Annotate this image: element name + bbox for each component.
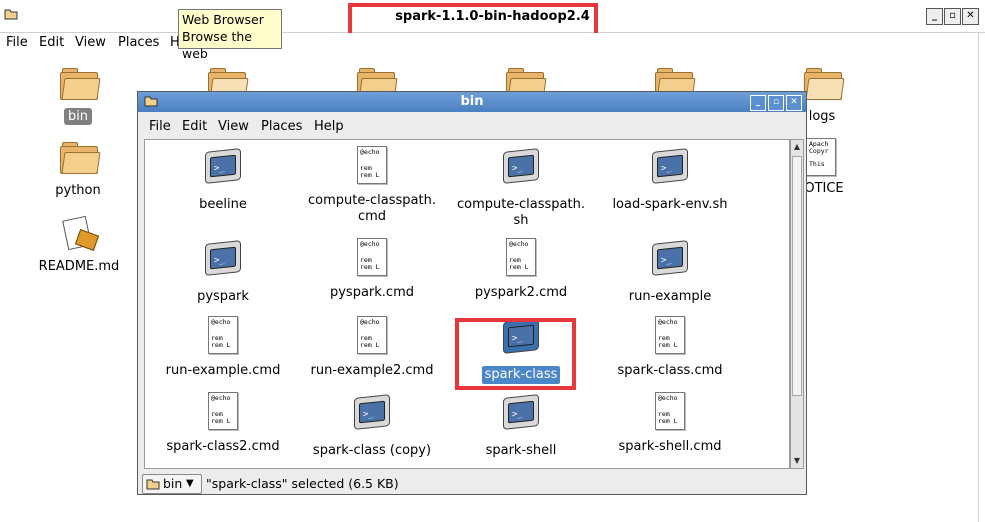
- file-name: spark-shell: [485, 443, 557, 458]
- menu-view[interactable]: View: [218, 119, 249, 134]
- text-file-icon: @echo rem rem L: [352, 316, 392, 358]
- location-dropdown[interactable]: bin ▼: [142, 474, 202, 494]
- minimize-button[interactable]: _: [926, 8, 943, 25]
- menu-file[interactable]: File: [149, 119, 171, 134]
- file-item[interactable]: @echo rem rem L spark-shell.cmd: [600, 392, 740, 456]
- text-file-icon: @echo rem rem L: [650, 316, 690, 358]
- file-item[interactable]: @echo rem rem L pyspark.cmd: [302, 238, 442, 302]
- shell-script-icon: >_: [203, 148, 243, 192]
- text-file-icon: @echo rem rem L: [650, 392, 690, 434]
- scroll-up-icon[interactable]: ▲: [791, 140, 803, 154]
- item-label: README.md: [38, 259, 120, 274]
- file-name: run-example.cmd: [165, 363, 281, 378]
- folder-icon: [146, 477, 160, 495]
- file-item[interactable]: @echo rem rem L spark-class2.cmd: [153, 392, 293, 456]
- menu-view[interactable]: View: [75, 35, 106, 50]
- tooltip: Web Browser Browse the web: [178, 9, 282, 61]
- menu-places[interactable]: Places: [261, 119, 302, 134]
- file-item[interactable]: @echo rem rem L compute-classpath. cmd: [302, 146, 442, 226]
- desktop-item-python[interactable]: python: [48, 136, 108, 199]
- file-item[interactable]: @echo rem rem L run-example2.cmd: [302, 316, 442, 380]
- scroll-thumb[interactable]: [792, 156, 802, 396]
- file-item[interactable]: @echo rem rem L run-example.cmd: [153, 316, 293, 380]
- file-item[interactable]: >_ spark-shell: [451, 392, 591, 460]
- file-name: pyspark.cmd: [329, 285, 414, 300]
- selection-highlight-box: [455, 318, 576, 390]
- status-text: "spark-class" selected (6.5 KB): [206, 476, 399, 491]
- bin-menubar: File Edit View Places Help: [138, 113, 806, 137]
- file-name: spark-class.cmd: [617, 363, 723, 378]
- item-label: OTICE: [804, 181, 844, 196]
- file-view[interactable]: >_ beeline @echo rem rem Lcompute-classpath.…: [144, 139, 790, 469]
- scroll-down-icon[interactable]: ▼: [791, 454, 803, 468]
- bin-window-title: bin: [460, 94, 484, 109]
- folder-icon: [804, 68, 845, 100]
- vertical-scrollbar[interactable]: ▲ ▼: [790, 139, 804, 469]
- text-file-icon: @echo rem rem L: [203, 392, 243, 434]
- bin-titlebar: bin _ ▫ ✕: [138, 92, 806, 112]
- location-label: bin: [163, 476, 183, 491]
- shell-script-icon: >_: [650, 240, 690, 284]
- close-button[interactable]: ✕: [962, 8, 979, 25]
- file-name: spark-shell.cmd: [618, 439, 722, 454]
- file-item[interactable]: >_ compute-classpath. sh: [451, 146, 591, 230]
- shell-script-icon: >_: [501, 394, 541, 438]
- file-name: compute-classpath. cmd: [307, 193, 436, 224]
- file-name: pyspark2.cmd: [474, 285, 568, 300]
- maximize-button[interactable]: ▫: [768, 95, 784, 111]
- file-item[interactable]: @echo rem rem L pyspark2.cmd: [451, 238, 591, 302]
- file-item[interactable]: >_ spark-class (copy): [302, 392, 442, 460]
- text-file-icon: @echo rem rem L: [203, 316, 243, 358]
- file-name: spark-class (copy): [312, 443, 432, 458]
- chevron-down-icon: ▼: [186, 478, 194, 489]
- file-name: beeline: [199, 197, 247, 212]
- bin-window: bin _ ▫ ✕ File Edit View Places Help >_b…: [137, 91, 807, 495]
- shell-script-icon: >_: [501, 148, 541, 192]
- item-label: python: [55, 183, 101, 198]
- status-bar: bin ▼ "spark-class" selected (6.5 KB): [138, 472, 806, 494]
- tooltip-title: Web Browser: [182, 12, 264, 27]
- file-name: pyspark: [197, 289, 249, 304]
- text-file-icon: @echo rem rem L: [352, 238, 392, 280]
- menu-help[interactable]: Help: [314, 119, 344, 134]
- file-item[interactable]: >_ run-example: [600, 238, 740, 306]
- file-name: run-example: [628, 289, 712, 304]
- desktop-item-readme[interactable]: README.md: [34, 215, 124, 275]
- text-file-icon: @echo rem rem L: [352, 146, 392, 188]
- maximize-button[interactable]: ▫: [944, 8, 961, 25]
- window-frame: [978, 33, 985, 522]
- file-item[interactable]: >_beeline: [153, 146, 293, 214]
- shell-script-icon: >_: [203, 240, 243, 284]
- file-name: spark-class2.cmd: [166, 439, 280, 454]
- folder-icon: [60, 68, 101, 100]
- close-button[interactable]: ✕: [786, 95, 802, 111]
- desktop-item-bin[interactable]: bin: [48, 62, 108, 125]
- file-name: run-example2.cmd: [310, 363, 434, 378]
- readme-icon: [62, 215, 100, 251]
- text-file-icon: Apach Copyr This: [806, 138, 836, 176]
- menu-edit[interactable]: Edit: [39, 35, 64, 50]
- menu-places[interactable]: Places: [118, 35, 159, 50]
- text-file-icon: @echo rem rem L: [501, 238, 541, 280]
- menu-edit[interactable]: Edit: [182, 119, 207, 134]
- file-item[interactable]: >_ load-spark-env.sh: [600, 146, 740, 214]
- folder-icon: [60, 142, 101, 174]
- item-label: logs: [808, 109, 836, 124]
- menu-file[interactable]: File: [6, 35, 28, 50]
- outer-menubar: File Edit View Places H: [0, 33, 985, 53]
- file-item[interactable]: >_pyspark: [153, 238, 293, 306]
- file-name: compute-classpath. sh: [456, 197, 585, 228]
- shell-script-icon: >_: [650, 148, 690, 192]
- minimize-button[interactable]: _: [750, 95, 766, 111]
- shell-script-icon: >_: [352, 394, 392, 438]
- item-label: bin: [63, 108, 93, 125]
- file-name: load-spark-env.sh: [612, 197, 728, 212]
- tooltip-desc: Browse the web: [182, 29, 253, 61]
- file-item[interactable]: @echo rem rem L spark-class.cmd: [600, 316, 740, 380]
